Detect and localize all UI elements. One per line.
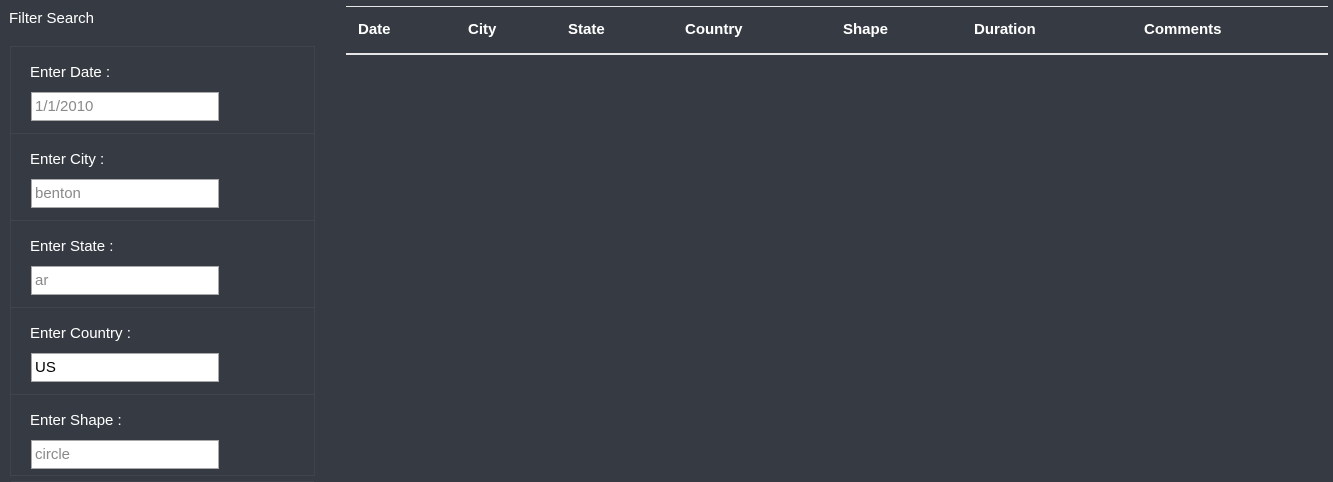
- city-label: Enter City :: [30, 151, 105, 168]
- date-input[interactable]: [31, 92, 219, 121]
- filter-item-city: Enter City :: [11, 134, 314, 221]
- filter-panel: Filter Search Enter Date : Enter City : …: [0, 0, 330, 482]
- country-input[interactable]: [31, 353, 219, 382]
- column-header-country: Country: [685, 21, 743, 39]
- state-label: Enter State :: [30, 238, 114, 255]
- city-input[interactable]: [31, 179, 219, 208]
- filter-item-shape: Enter Shape :: [11, 395, 314, 482]
- filter-item-country: Enter Country :: [11, 308, 314, 395]
- column-header-comments: Comments: [1144, 21, 1222, 39]
- column-header-duration: Duration: [974, 21, 1036, 39]
- table-header: Date City State Country Shape Duration C…: [346, 6, 1328, 54]
- column-header-state: State: [568, 21, 605, 39]
- country-label: Enter Country :: [30, 325, 131, 342]
- column-header-shape: Shape: [843, 21, 889, 39]
- date-label: Enter Date :: [30, 64, 111, 81]
- header-row: Date City State Country Shape Duration C…: [346, 6, 1328, 54]
- shape-input[interactable]: [31, 440, 219, 469]
- filter-item-state: Enter State :: [11, 221, 314, 308]
- shape-label: Enter Shape :: [30, 412, 122, 429]
- filter-list: Enter Date : Enter City : Enter State : …: [10, 46, 315, 482]
- state-input[interactable]: [31, 266, 219, 295]
- column-header-date: Date: [358, 21, 391, 39]
- filter-item-date: Enter Date :: [11, 47, 314, 134]
- column-header-city: City: [468, 21, 497, 39]
- filter-title: Filter Search: [9, 10, 95, 27]
- results-table: Date City State Country Shape Duration C…: [346, 6, 1328, 55]
- results-table-container: Date City State Country Shape Duration C…: [346, 6, 1328, 55]
